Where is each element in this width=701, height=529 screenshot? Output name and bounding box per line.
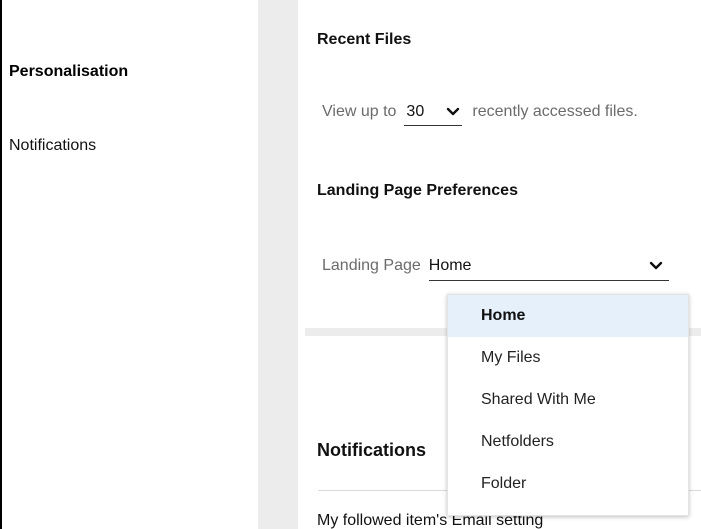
chevron-down-icon xyxy=(446,105,460,119)
recent-files-row: View up to 30 recently accessed files. xyxy=(322,98,638,126)
recent-files-heading: Recent Files xyxy=(317,31,412,48)
dropdown-option-home[interactable]: Home xyxy=(448,295,688,337)
landing-page-heading: Landing Page Preferences xyxy=(317,182,518,199)
recent-files-suffix: recently accessed files. xyxy=(472,103,638,120)
dropdown-option-my-files[interactable]: My Files xyxy=(448,337,688,379)
chevron-down-icon xyxy=(649,259,663,273)
content-gutter xyxy=(258,0,298,529)
dropdown-option-folder[interactable]: Folder xyxy=(448,463,688,505)
dropdown-option-netfolders[interactable]: Netfolders xyxy=(448,421,688,463)
sidebar-item-personalisation[interactable]: Personalisation xyxy=(9,63,128,81)
landing-page-dropdown-menu: Home My Files Shared With Me Netfolders … xyxy=(447,294,689,516)
recent-files-prefix: View up to xyxy=(322,103,397,120)
recent-files-count-value: 30 xyxy=(406,102,425,120)
landing-page-select[interactable]: Home xyxy=(428,251,669,281)
notifications-heading: Notifications xyxy=(317,440,427,460)
landing-page-row: Landing Page Home xyxy=(322,251,669,281)
recent-files-count-select[interactable]: 30 xyxy=(404,99,463,126)
settings-sidebar: Personalisation Notifications xyxy=(2,0,258,529)
sidebar-item-notifications[interactable]: Notifications xyxy=(9,137,96,155)
landing-page-value: Home xyxy=(428,256,472,274)
dropdown-option-shared-with-me[interactable]: Shared With Me xyxy=(448,379,688,421)
landing-page-label: Landing Page xyxy=(322,257,421,274)
